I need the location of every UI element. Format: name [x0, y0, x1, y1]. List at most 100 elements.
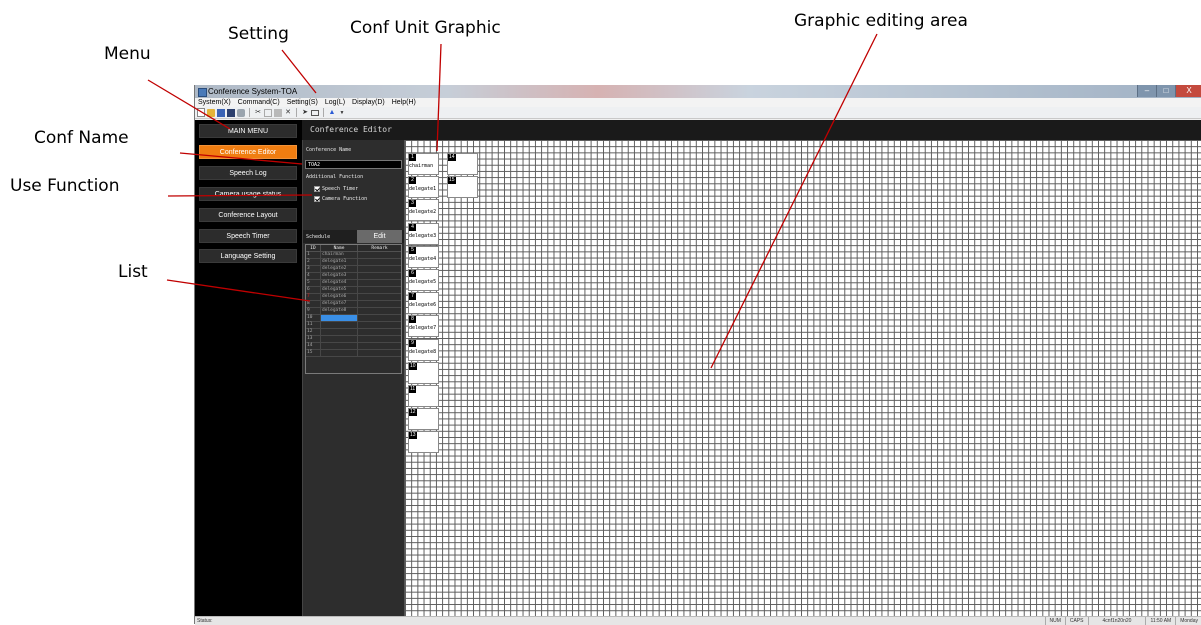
conference-unit[interactable]: 5delegate4	[408, 246, 439, 268]
speech-timer-option[interactable]: Speech Timer	[314, 185, 358, 193]
menu-item-speech-timer[interactable]: Speech Timer	[199, 229, 297, 243]
menu-help[interactable]: Help(H)	[392, 98, 416, 107]
menu-item-conference-editor[interactable]: Conference Editor	[199, 145, 297, 159]
chevron-down-icon[interactable]: ▼	[338, 109, 346, 117]
table-row[interactable]: 11	[306, 322, 402, 329]
row-remark[interactable]	[358, 329, 402, 336]
copy-icon[interactable]	[264, 109, 272, 117]
row-name[interactable]: delegate6	[321, 294, 358, 301]
row-remark[interactable]	[358, 308, 402, 315]
save-as-icon[interactable]	[227, 109, 235, 117]
main-menu-header[interactable]: MAIN MENU	[199, 124, 297, 138]
camera-function-option[interactable]: Camera Function	[314, 195, 367, 203]
menu-display[interactable]: Display(D)	[352, 98, 385, 107]
conference-unit[interactable]: 15	[447, 176, 478, 198]
menu-system[interactable]: System(X)	[198, 98, 231, 107]
row-name[interactable]: delegate4	[321, 280, 358, 287]
table-row[interactable]: 2delegate1	[306, 259, 402, 266]
row-remark[interactable]	[358, 294, 402, 301]
print-icon[interactable]	[237, 109, 245, 117]
conference-unit[interactable]: 13	[408, 431, 439, 453]
row-id: 12	[306, 329, 321, 336]
camera-function-checkbox[interactable]	[314, 196, 320, 202]
rectangle-icon[interactable]	[311, 110, 319, 116]
row-remark[interactable]	[358, 315, 402, 322]
close-button[interactable]: X	[1175, 85, 1201, 97]
table-row[interactable]: 15	[306, 350, 402, 357]
table-row[interactable]: 14	[306, 343, 402, 350]
table-row[interactable]: 13	[306, 336, 402, 343]
schedule-table: ID Name Remark 1chairman2delegate13deleg…	[305, 244, 402, 357]
row-name[interactable]: delegate7	[321, 301, 358, 308]
table-row[interactable]: 12	[306, 329, 402, 336]
menu-command[interactable]: Command(C)	[238, 98, 280, 107]
table-row[interactable]: 10	[306, 315, 402, 322]
table-row[interactable]: 8delegate7	[306, 301, 402, 308]
cut-icon[interactable]: ✂	[254, 109, 262, 117]
minimize-button[interactable]: –	[1137, 85, 1156, 97]
open-folder-icon[interactable]	[207, 109, 215, 117]
conference-unit[interactable]: 12	[408, 408, 439, 430]
row-name[interactable]: chairman	[321, 252, 358, 259]
row-remark[interactable]	[358, 280, 402, 287]
conference-unit[interactable]: 3delegate2	[408, 199, 439, 221]
conference-unit[interactable]: 2delegate1	[408, 176, 439, 198]
conference-unit[interactable]: 11	[408, 385, 439, 407]
paste-icon[interactable]	[274, 109, 282, 117]
conference-unit[interactable]: 7delegate6	[408, 292, 439, 314]
row-remark[interactable]	[358, 350, 402, 357]
row-name[interactable]	[321, 343, 358, 350]
table-row[interactable]: 3delegate2	[306, 266, 402, 273]
row-name[interactable]: delegate1	[321, 259, 358, 266]
row-id: 9	[306, 308, 321, 315]
row-remark[interactable]	[358, 301, 402, 308]
maximize-button[interactable]: □	[1156, 85, 1175, 97]
conference-unit[interactable]: 10	[408, 362, 439, 384]
table-row[interactable]: 7delegate6	[306, 294, 402, 301]
conference-unit[interactable]: 9delegate8	[408, 339, 439, 361]
table-row[interactable]: 6delegate5	[306, 287, 402, 294]
row-remark[interactable]	[358, 322, 402, 329]
row-name[interactable]: delegate3	[321, 273, 358, 280]
row-name[interactable]	[321, 329, 358, 336]
conference-unit[interactable]: 6delegate5	[408, 269, 439, 291]
speech-timer-checkbox[interactable]	[314, 186, 320, 192]
table-row[interactable]: 5delegate4	[306, 280, 402, 287]
row-name[interactable]	[321, 336, 358, 343]
conference-unit[interactable]: 1chairman	[408, 153, 439, 175]
row-name[interactable]	[321, 350, 358, 357]
conference-unit[interactable]: 8delegate7	[408, 315, 439, 337]
row-id: 4	[306, 273, 321, 280]
row-remark[interactable]	[358, 336, 402, 343]
table-row[interactable]: 4delegate3	[306, 273, 402, 280]
menu-item-speech-log[interactable]: Speech Log	[199, 166, 297, 180]
conference-unit[interactable]: 14	[447, 153, 478, 175]
menu-item-camera-usage-status[interactable]: Camera usage status	[199, 187, 297, 201]
row-name[interactable]	[321, 315, 358, 322]
menu-setting[interactable]: Setting(S)	[287, 98, 318, 107]
row-remark[interactable]	[358, 343, 402, 350]
menu-item-language-setting[interactable]: Language Setting	[199, 249, 297, 263]
row-name[interactable]: delegate2	[321, 266, 358, 273]
conference-unit[interactable]: 4delegate3	[408, 223, 439, 245]
unit-icon[interactable]: ▲	[328, 109, 336, 117]
menu-item-conference-layout[interactable]: Conference Layout	[199, 208, 297, 222]
delete-icon[interactable]: ✕	[284, 109, 292, 117]
row-name[interactable]: delegate8	[321, 308, 358, 315]
new-file-icon[interactable]	[197, 108, 205, 117]
pointer-icon[interactable]: ➤	[301, 109, 309, 117]
edit-button[interactable]: Edit	[357, 230, 402, 243]
row-remark[interactable]	[358, 252, 402, 259]
table-row[interactable]: 9delegate8	[306, 308, 402, 315]
save-icon[interactable]	[217, 109, 225, 117]
graphic-editing-area[interactable]: 1chairman2delegate13delegate24delegate35…	[405, 140, 1201, 616]
row-name[interactable]: delegate5	[321, 287, 358, 294]
row-remark[interactable]	[358, 273, 402, 280]
table-row[interactable]: 1chairman	[306, 252, 402, 259]
row-name[interactable]	[321, 322, 358, 329]
row-remark[interactable]	[358, 259, 402, 266]
conference-name-input[interactable]: TOA2	[305, 160, 402, 169]
row-remark[interactable]	[358, 266, 402, 273]
row-remark[interactable]	[358, 287, 402, 294]
menu-log[interactable]: Log(L)	[325, 98, 345, 107]
